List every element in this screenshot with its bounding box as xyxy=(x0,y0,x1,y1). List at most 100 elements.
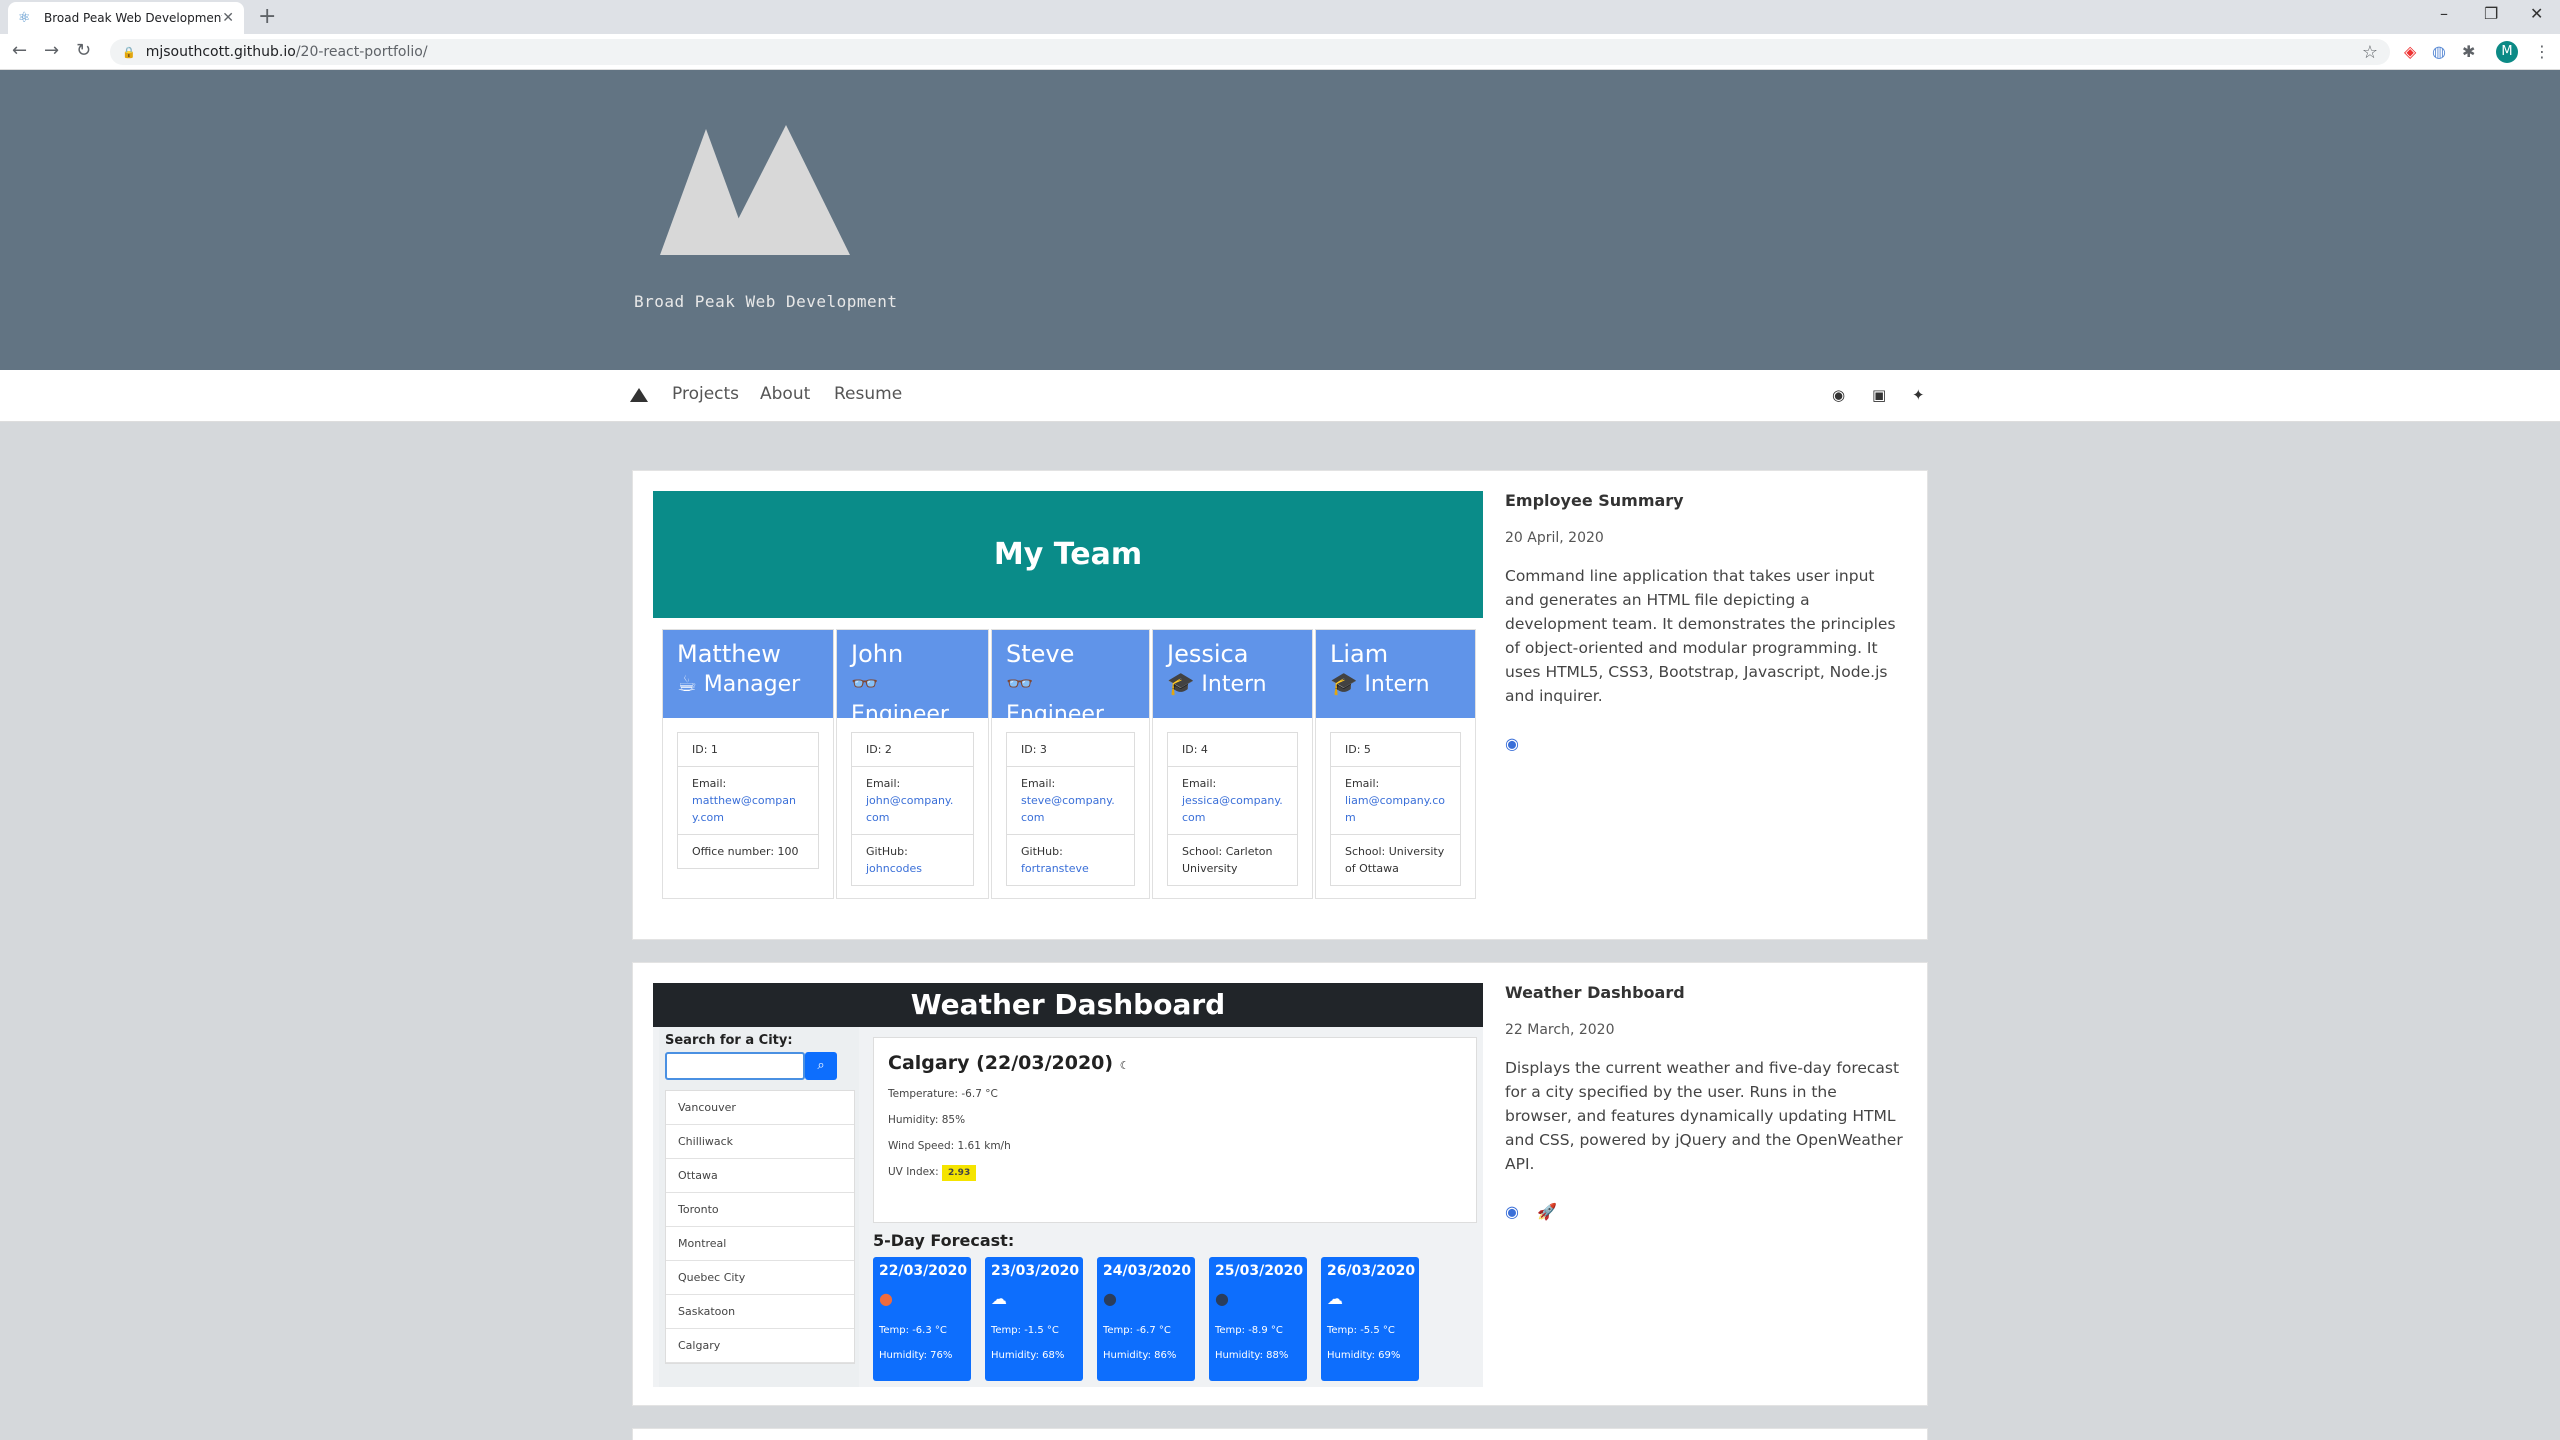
avatar[interactable]: M xyxy=(2496,41,2518,63)
forecast-humidity: Humidity: 69% xyxy=(1327,1350,1401,1361)
minimize-icon[interactable]: – xyxy=(2440,4,2448,23)
email-label: Email: xyxy=(1182,777,1217,790)
extension-icon[interactable]: ◍ xyxy=(2432,42,2446,61)
email-link[interactable]: jessica@company.com xyxy=(1182,794,1283,824)
bookmark-star-icon[interactable]: ☆ xyxy=(2362,42,2378,63)
city-item[interactable]: Quebec City xyxy=(666,1261,854,1295)
email-label: Email: xyxy=(866,777,901,790)
forecast-humidity: Humidity: 76% xyxy=(879,1350,953,1361)
city-item[interactable]: Saskatoon xyxy=(666,1295,854,1329)
window-close-icon[interactable]: ✕ xyxy=(2530,4,2543,23)
weather-sidebar: Search for a City: ⌕ Vancouver Chilliwac… xyxy=(659,1027,859,1387)
forecast-temp: Temp: -8.9 °C xyxy=(1215,1325,1283,1336)
employee-id: ID: 1 xyxy=(678,733,818,767)
employee-card: Jessica 🎓 Intern ID: 4 Email: jessica@com… xyxy=(1152,629,1313,899)
forecast-temp: Temp: -6.7 °C xyxy=(1103,1325,1171,1336)
github-icon[interactable]: ◉ xyxy=(1832,386,1845,404)
employee-name: Steve xyxy=(1006,640,1075,668)
linkedin-icon[interactable]: ▣ xyxy=(1872,386,1886,404)
forecast-date: 25/03/2020 xyxy=(1215,1263,1304,1279)
restore-icon[interactable]: ❐ xyxy=(2484,4,2498,23)
search-label: Search for a City: xyxy=(665,1033,793,1048)
employee-id: ID: 5 xyxy=(1331,733,1460,767)
weather-heading: Weather Dashboard xyxy=(653,983,1483,1027)
email-link[interactable]: matthew@company.com xyxy=(692,794,796,824)
team-heading: My Team xyxy=(653,491,1483,618)
current-city: Calgary (22/03/2020) xyxy=(888,1052,1114,1074)
project-card-weather-dashboard: Weather Dashboard Search for a City: ⌕ V… xyxy=(632,962,1928,1406)
uv-label: UV Index: xyxy=(888,1166,939,1178)
close-tab-icon[interactable]: ✕ xyxy=(222,10,234,26)
search-icon[interactable]: ⌕ xyxy=(805,1052,837,1080)
city-item[interactable]: Montreal xyxy=(666,1227,854,1261)
mountain-nav-icon[interactable] xyxy=(630,388,648,402)
url-field[interactable]: 🔒 mjsouthcott.github.io/20-react-portfol… xyxy=(110,39,2390,65)
school: School: University of Ottawa xyxy=(1345,845,1445,875)
nav-projects[interactable]: Projects xyxy=(672,384,739,404)
employee-role: Intern xyxy=(1201,672,1267,697)
github-link[interactable]: johncodes xyxy=(866,862,922,875)
employee-name: Liam xyxy=(1330,640,1389,668)
forecast-date: 24/03/2020 xyxy=(1103,1263,1192,1279)
extension-icon[interactable]: ◈ xyxy=(2404,42,2416,61)
github-link[interactable]: fortransteve xyxy=(1021,862,1089,875)
project-description: Weather Dashboard 22 March, 2020 Display… xyxy=(1505,983,1905,1221)
city-item[interactable]: Vancouver xyxy=(666,1091,854,1125)
project-description: Employee Summary 20 April, 2020 Command … xyxy=(1505,491,1905,753)
employee-row: Matthew ☕ Manager ID: 1 Email: matthew@co… xyxy=(662,629,1478,899)
twitter-icon[interactable]: ✦ xyxy=(1912,386,1925,404)
forecast-row: 22/03/2020 ● Temp: -6.3 °C Humidity: 76%… xyxy=(873,1257,1433,1381)
project-title: Weather Dashboard xyxy=(1505,983,1685,1002)
lock-icon: 🔒 xyxy=(122,45,136,59)
school: School: Carleton University xyxy=(1182,845,1273,875)
project-title: Employee Summary xyxy=(1505,491,1684,510)
brand-name: Broad Peak Web Development xyxy=(634,292,898,311)
email-label: Email: xyxy=(1021,777,1056,790)
city-item[interactable]: Calgary xyxy=(666,1329,854,1363)
employee-name: Matthew xyxy=(677,640,781,668)
city-item[interactable]: Ottawa xyxy=(666,1159,854,1193)
github-icon[interactable]: ◉ xyxy=(1505,1202,1519,1221)
email-link[interactable]: steve@company.com xyxy=(1021,794,1115,824)
city-list: Vancouver Chilliwack Ottawa Toronto Mont… xyxy=(665,1090,855,1364)
rocket-icon[interactable]: 🚀 xyxy=(1537,1202,1557,1221)
nav-about[interactable]: About xyxy=(760,384,810,404)
employee-role: Engineer xyxy=(1006,702,1104,727)
menu-icon[interactable]: ⋮ xyxy=(2534,42,2550,61)
employee-name: Jessica xyxy=(1167,640,1249,668)
city-search-input[interactable] xyxy=(665,1052,805,1080)
back-icon[interactable]: ← xyxy=(12,40,27,61)
project-summary: Command line application that takes user… xyxy=(1505,567,1896,705)
current-weather: Calgary (22/03/2020) ☾ Temperature: -6.7… xyxy=(873,1037,1477,1223)
moon-icon: ● xyxy=(1103,1289,1117,1308)
city-item[interactable]: Chilliwack xyxy=(666,1125,854,1159)
github-icon[interactable]: ◉ xyxy=(1505,734,1519,753)
puzzle-icon[interactable]: ✱ xyxy=(2462,42,2475,61)
project-date: 20 April, 2020 xyxy=(1505,530,1604,546)
browser-tab[interactable]: ⚛ Broad Peak Web Development ✕ xyxy=(8,2,244,34)
forward-icon[interactable]: → xyxy=(44,40,59,61)
mountain-logo xyxy=(660,125,850,255)
reload-icon[interactable]: ↻ xyxy=(76,40,91,61)
employee-role: Engineer xyxy=(851,702,949,727)
project-date: 22 March, 2020 xyxy=(1505,1022,1615,1038)
project-summary: Displays the current weather and five-da… xyxy=(1505,1059,1903,1173)
forecast-card: 24/03/2020 ● Temp: -6.7 °C Humidity: 86% xyxy=(1097,1257,1195,1381)
cloud-icon: ☁ xyxy=(1327,1289,1343,1308)
forecast-humidity: Humidity: 86% xyxy=(1103,1350,1177,1361)
url-host: mjsouthcott.github.io xyxy=(145,44,296,60)
temperature: Temperature: -6.7 °C xyxy=(888,1088,998,1100)
city-item[interactable]: Toronto xyxy=(666,1193,854,1227)
email-link[interactable]: john@company.com xyxy=(866,794,953,824)
forecast-date: 23/03/2020 xyxy=(991,1263,1080,1279)
project-card-employee-summary: My Team Matthew ☕ Manager ID: 1 Email: ma… xyxy=(632,470,1928,940)
new-tab-icon[interactable]: + xyxy=(258,4,276,30)
employee-role: Intern xyxy=(1364,672,1430,697)
tab-title: Broad Peak Web Development xyxy=(44,11,223,25)
forecast-date: 22/03/2020 xyxy=(879,1263,968,1279)
github-label: GitHub: xyxy=(866,845,908,858)
site-nav: Projects About Resume ◉ ▣ ✦ xyxy=(0,370,2560,422)
nav-resume[interactable]: Resume xyxy=(834,384,902,404)
email-link[interactable]: liam@company.com xyxy=(1345,794,1445,824)
weather-screenshot: Weather Dashboard Search for a City: ⌕ V… xyxy=(653,983,1483,1387)
